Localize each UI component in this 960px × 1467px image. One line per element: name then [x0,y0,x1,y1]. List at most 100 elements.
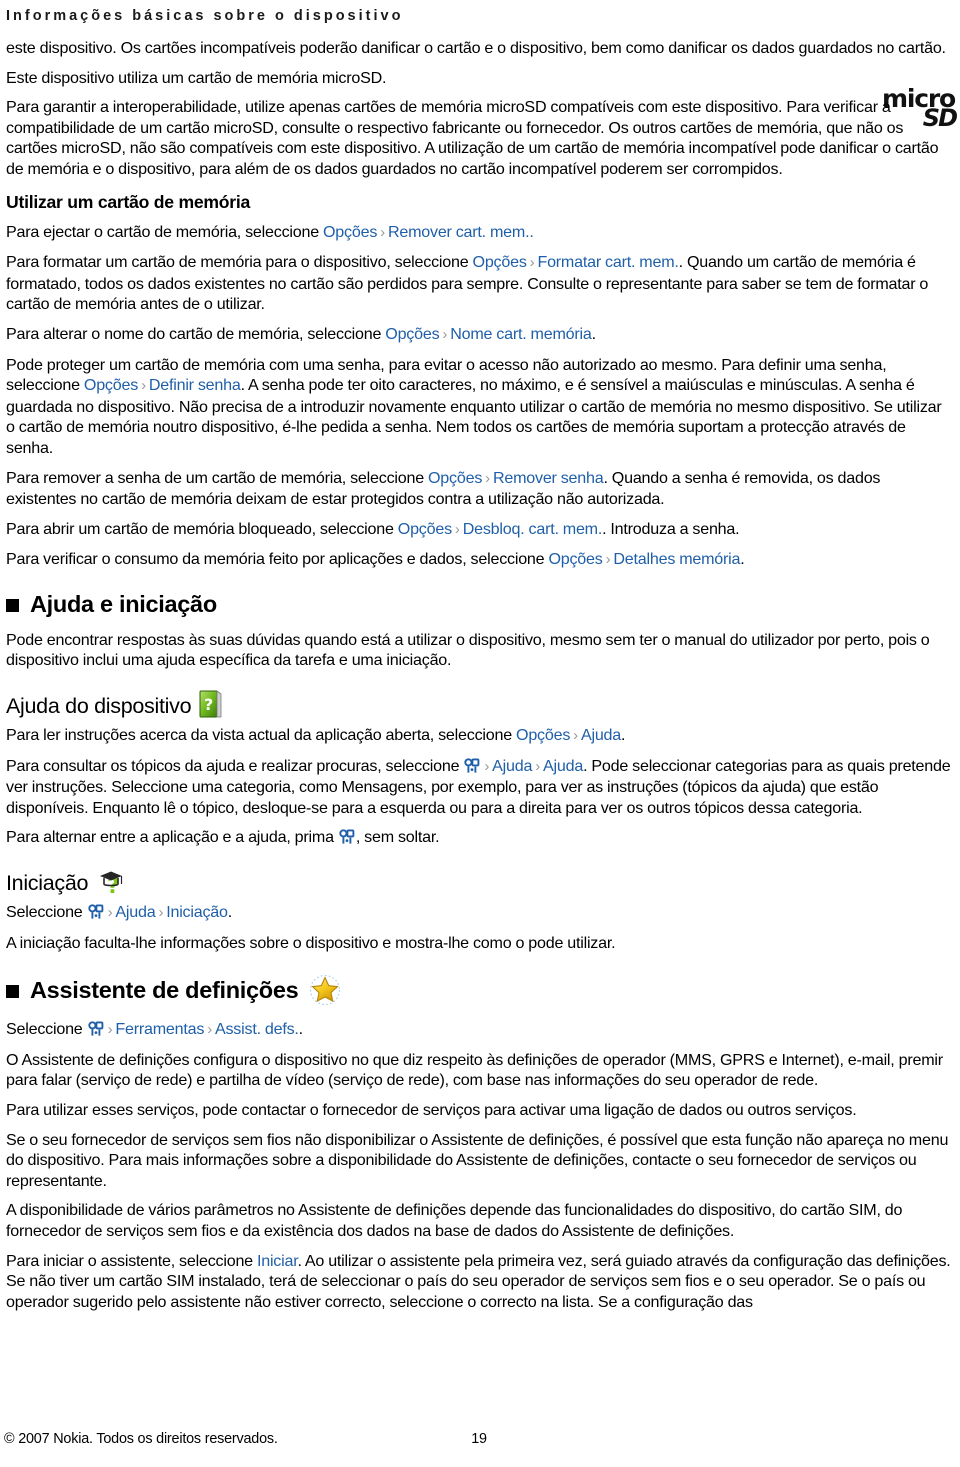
text-switch-suffix: , sem soltar. [355,828,440,847]
link-iniciacao[interactable]: Iniciação [166,903,228,921]
breadcrumb-separator-icon: › [107,904,113,922]
breadcrumb-separator-icon: › [605,551,611,569]
paragraph-format-card: Para formatar um cartão de memória para … [6,252,954,315]
paragraph-set-password: Pode proteger um cartão de memória com u… [6,355,954,459]
text-select-wizard-suffix: . [298,1020,304,1039]
breadcrumb-separator-icon: › [573,727,578,745]
paragraph-read-instructions: Para ler instruções acerca da vista actu… [6,725,954,747]
running-header: Informações básicas sobre o dispositivo [6,8,404,24]
document-page: Informações básicas sobre o dispositivo … [0,0,960,1467]
breadcrumb-separator-icon: › [380,223,385,241]
paragraph-wizard-description: O Assistente de definições configura o d… [6,1050,943,1090]
section-bullet-square-icon [6,598,19,612]
paragraph-switch-app-help: Para alternar entre a aplicação e a ajud… [6,827,954,848]
paragraph-wizard-parameters: A disponibilidade de vários parâmetros n… [6,1201,903,1240]
menu-key-icon [87,904,104,920]
text-read-prefix: Para ler instruções acerca da vista actu… [6,726,517,745]
paragraph-interoperability: Para garantir a interoperabilidade, util… [6,98,939,178]
link-desbloq-cart-mem[interactable]: Desbloq. cart. mem. [463,520,603,538]
link-opcoes[interactable]: Opções [385,325,439,343]
link-opcoes[interactable]: Opções [428,469,482,487]
link-ajuda[interactable]: Ajuda [581,726,621,744]
text-details-prefix: Para verificar o consumo da memória feit… [6,550,549,569]
link-opcoes[interactable]: Opções [323,223,377,241]
paragraph-select-getting-started: Seleccione › Ajuda › Iniciação. [6,902,954,924]
text-rename-suffix: . [591,324,597,343]
heading-settings-wizard: Assistente de definições [6,973,954,1007]
text-format-prefix: Para formatar um cartão de memória para … [6,253,473,272]
text-rename-prefix: Para alterar o nome do cartão de memória… [6,324,386,343]
heading-device-help: Ajuda do dispositivo? [6,689,954,719]
text-unlock-prefix: Para abrir um cartão de memória bloquead… [6,519,398,538]
text-details-suffix: . [740,550,745,569]
link-remover-cart-mem[interactable]: Remover cart. mem.. [388,223,534,241]
link-formatar-cart-mem[interactable]: Formatar cart. mem. [537,253,678,271]
breadcrumb-separator-icon: › [141,377,146,395]
link-iniciar[interactable]: Iniciar [257,1252,298,1270]
heading-use-memory-card: Utilizar um cartão de memória [6,191,251,212]
svg-text:?: ? [204,695,213,714]
graduation-cap-icon: ? [96,866,126,898]
text-select-wizard-prefix: Seleccione [6,1020,87,1039]
breadcrumb-separator-icon: › [535,757,541,775]
link-nome-cart-memoria[interactable]: Nome cart. memória [450,325,592,343]
breadcrumb-separator-icon: › [158,904,164,922]
link-opcoes[interactable]: Opções [473,253,527,271]
breadcrumb-separator-icon: › [485,469,490,487]
paragraph-eject-card: Para ejectar o cartão de memória, selecc… [6,222,954,244]
link-opcoes[interactable]: Opções [398,520,452,538]
text-read-suffix: . [621,726,626,745]
link-ajuda[interactable]: Ajuda [492,757,532,775]
link-opcoes[interactable]: Opções [516,726,570,744]
paragraph-select-settings-wizard: Seleccione › Ferramentas › Assist. defs.. [6,1019,954,1041]
paragraph-remove-password: Para remover a senha de um cartão de mem… [6,468,954,510]
link-ajuda[interactable]: Ajuda [115,903,155,921]
heading-settings-wizard-label: Assistente de definições [30,976,299,1003]
paragraph-unlock-card: Para abrir um cartão de memória bloquead… [6,519,954,541]
heading-device-help-label: Ajuda do dispositivo [6,694,192,719]
link-ajuda[interactable]: Ajuda [543,757,583,775]
text-remove-password-prefix: Para remover a senha de um cartão de mem… [6,468,428,487]
breadcrumb-separator-icon: › [529,254,535,272]
breadcrumb-separator-icon: › [107,1021,113,1039]
link-opcoes[interactable]: Opções [84,376,138,394]
paragraph-browse-help-topics: Para consultar os tópicos da ajuda e rea… [6,756,954,819]
link-assist-defs[interactable]: Assist. defs. [215,1020,299,1038]
heading-help-and-getting-started: Ajuda e iniciação [6,591,954,618]
heading-getting-started: Iniciação? [6,866,954,898]
text-select-suffix: . [227,903,233,922]
text-eject-prefix: Para ejectar o cartão de memória, selecc… [6,222,323,241]
document-body: este dispositivo. Os cartões incompatíve… [4,38,954,1312]
menu-key-icon [464,758,480,774]
text-browse-prefix: Para consultar os tópicos da ajuda e rea… [6,756,464,775]
link-remover-senha[interactable]: Remover senha [493,469,604,487]
paragraph-uses-microsd: Este dispositivo utiliza um cartão de me… [6,68,387,87]
link-detalhes-memoria[interactable]: Detalhes memória [613,550,740,568]
text-start-prefix: Para iniciar o assistente, seleccione [6,1251,257,1270]
menu-key-icon [339,829,355,845]
paragraph-start-wizard: Para iniciar o assistente, seleccione In… [6,1251,954,1313]
link-opcoes[interactable]: Opções [548,550,602,568]
paragraph-help-intro: Pode encontrar respostas às suas dúvidas… [6,630,930,670]
link-definir-senha[interactable]: Definir senha [149,376,241,394]
text-unlock-suffix: . Introduza a senha. [602,519,740,538]
breadcrumb-separator-icon: › [484,757,490,775]
link-ferramentas[interactable]: Ferramentas [115,1020,204,1038]
page-footer: © 2007 Nokia. Todos os direitos reservad… [4,1431,954,1453]
section-bullet-square-icon [6,984,19,998]
star-icon [308,973,342,1007]
paragraph-wizard-contact-provider: Para utilizar esses serviços, pode conta… [6,1101,857,1119]
paragraph-wizard-availability: Se o seu fornecedor de serviços sem fios… [6,1130,949,1190]
text-select-prefix: Seleccione [6,903,87,922]
paragraph-getting-started-desc: A iniciação faculta-lhe informações sobr… [6,933,616,952]
breadcrumb-separator-icon: › [442,325,448,343]
breadcrumb-separator-icon: › [207,1021,212,1039]
paragraph-memory-details: Para verificar o consumo da memória feit… [6,549,954,571]
breadcrumb-separator-icon: › [454,520,460,538]
paragraph-rename-card: Para alterar o nome do cartão de memória… [6,324,954,346]
text-switch-prefix: Para alternar entre a aplicação e a ajud… [6,828,338,847]
heading-help-and-getting-started-label: Ajuda e iniciação [30,590,217,617]
help-book-icon: ? [198,689,224,719]
heading-getting-started-label: Iniciação [6,871,89,896]
footer-page-number: 19 [471,1431,487,1447]
